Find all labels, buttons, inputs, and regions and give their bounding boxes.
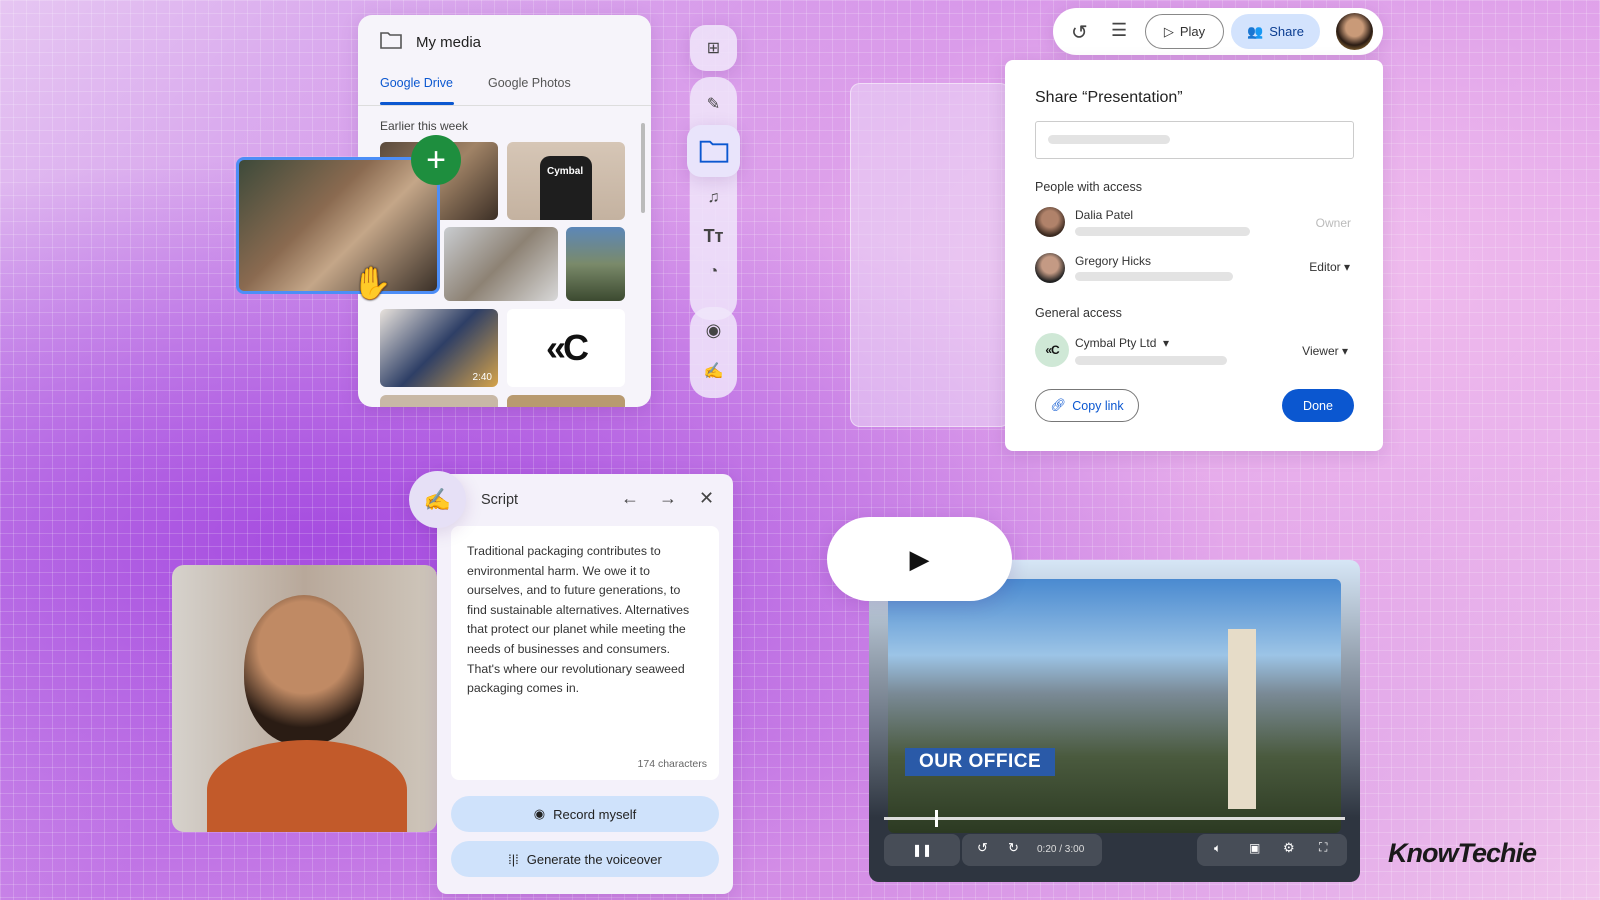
close-icon[interactable]: ✕ <box>699 488 714 509</box>
tabs-divider <box>358 105 651 106</box>
forward-icon[interactable]: ↻ <box>1008 840 1019 856</box>
add-icon[interactable]: + <box>411 135 461 185</box>
person-name: Dalia Patel <box>1075 208 1134 222</box>
media-thumb-video[interactable]: 2:40 <box>380 309 498 387</box>
copy-link-button[interactable]: 🔗︎ Copy link <box>1035 389 1139 422</box>
media-thumb-city[interactable] <box>566 227 625 301</box>
tshirt-text: Cymbal <box>547 166 584 177</box>
script-title: Script <box>481 492 519 508</box>
general-heading: General access <box>1035 306 1122 320</box>
record-icon[interactable]: ◉ <box>690 315 737 345</box>
share-dialog: Share “Presentation” People with access … <box>1005 60 1383 451</box>
script-text: Traditional packaging contributes to env… <box>467 544 690 696</box>
media-title: My media <box>416 34 482 51</box>
scrollbar[interactable] <box>641 123 645 213</box>
folder-button[interactable] <box>687 125 740 177</box>
pause-button[interactable]: ❚❚ <box>884 834 960 866</box>
time-display: 0:20 / 3:00 <box>1037 844 1085 855</box>
grab-hand-icon: ✋ <box>352 265 392 301</box>
video-player: OUR OFFICE ❚❚ ↺ ↻ 0:20 / 3:00 🔈︎ ▣ ⚙ ⛶ <box>869 560 1360 882</box>
email-placeholder <box>1075 272 1233 281</box>
history-icon[interactable]: ↺ <box>1071 20 1088 45</box>
forward-arrow-icon[interactable]: → <box>659 488 677 509</box>
done-button[interactable]: Done <box>1282 389 1354 422</box>
folder-icon <box>380 31 402 49</box>
share-button[interactable]: 👥 Share <box>1231 14 1320 49</box>
owner-role: Owner <box>1315 216 1351 230</box>
big-play-button[interactable]: ▶ <box>827 517 1012 601</box>
comments-icon[interactable]: ☰ <box>1111 20 1127 41</box>
shapes-icon[interactable]: ◔ <box>690 257 737 287</box>
link-icon: 🔗︎ <box>1050 398 1067 412</box>
play-label: Play <box>1179 24 1206 39</box>
office-caption: OUR OFFICE <box>905 748 1056 776</box>
user-avatar[interactable] <box>1336 13 1373 50</box>
org-dropdown[interactable]: Cymbal Pty Ltd ▾ <box>1075 336 1169 350</box>
script-text-area[interactable]: Traditional packaging contributes to env… <box>451 526 719 780</box>
waveform-icon: ⁞|⁞ <box>508 851 519 867</box>
play-button[interactable]: ▷ Play <box>1145 14 1224 49</box>
script-icon: ✍ <box>409 471 466 528</box>
tab-google-drive[interactable]: Google Drive <box>380 76 453 90</box>
media-icon[interactable]: ♫ <box>690 183 737 213</box>
dragged-photo[interactable] <box>236 157 440 294</box>
script-icon[interactable]: ✍ <box>690 356 737 386</box>
avatar <box>1035 207 1065 237</box>
org-logo: «C <box>1035 333 1069 367</box>
record-myself-button[interactable]: ◉ Record myself <box>451 796 719 832</box>
voiceover-label: Generate the voiceover <box>526 851 662 867</box>
email-placeholder <box>1075 227 1250 236</box>
copy-link-label: Copy link <box>1072 398 1124 413</box>
section-label: Earlier this week <box>380 119 469 133</box>
char-count: 174 characters <box>637 758 707 770</box>
fullscreen-icon[interactable]: ⛶ <box>1319 840 1327 855</box>
share-title: Share “Presentation” <box>1035 89 1183 106</box>
edit-image-icon[interactable]: ✎ <box>690 89 737 119</box>
media-thumb-tshirt[interactable]: Cymbal <box>507 142 625 220</box>
people-icon: 👥 <box>1247 23 1264 39</box>
settings-icon[interactable]: ⚙ <box>1283 840 1295 856</box>
record-label: Record myself <box>553 806 637 822</box>
slides-editor-ghost <box>850 83 1010 427</box>
video-duration: 2:40 <box>472 372 492 383</box>
tab-google-photos[interactable]: Google Photos <box>488 76 571 90</box>
video-frame: OUR OFFICE <box>888 579 1341 833</box>
avatar <box>1035 253 1065 283</box>
person-name: Gregory Hicks <box>1075 254 1152 268</box>
access-role-dropdown[interactable]: Viewer ▾ <box>1302 344 1348 358</box>
org-desc-placeholder <box>1075 356 1227 365</box>
role-dropdown[interactable]: Editor ▾ <box>1309 260 1350 274</box>
seek-bar[interactable] <box>884 817 1345 820</box>
cymbal-logo: «C <box>545 327 589 368</box>
volume-icon[interactable]: 🔈︎ <box>1214 841 1221 856</box>
record-icon: ◉ <box>533 806 546 821</box>
media-thumb-partial <box>507 395 625 407</box>
presenter-photo <box>172 565 437 832</box>
generate-voiceover-button[interactable]: ⁞|⁞ Generate the voiceover <box>451 841 719 877</box>
captions-icon[interactable]: ▣ <box>1249 841 1260 855</box>
watermark: KnowTechie <box>1388 838 1537 868</box>
back-arrow-icon[interactable]: ← <box>621 488 639 509</box>
text-icon[interactable]: Tт <box>690 221 737 251</box>
people-heading: People with access <box>1035 180 1143 194</box>
seek-handle[interactable] <box>934 810 938 827</box>
media-thumb-logo[interactable]: «C <box>507 309 625 387</box>
add-people-input[interactable] <box>1035 121 1354 159</box>
media-thumb-partial <box>380 395 498 407</box>
rewind-icon[interactable]: ↺ <box>977 840 988 856</box>
add-image-icon[interactable]: ⊞ <box>690 25 737 71</box>
share-label: Share <box>1269 24 1304 39</box>
script-panel: Script ← → ✕ Traditional packaging contr… <box>437 474 733 894</box>
play-icon: ▷ <box>1163 23 1174 39</box>
media-thumb-man[interactable] <box>444 227 558 301</box>
folder-icon <box>699 140 728 163</box>
top-bar: ↺ ☰ ▷ Play 👥 Share <box>1053 8 1383 55</box>
